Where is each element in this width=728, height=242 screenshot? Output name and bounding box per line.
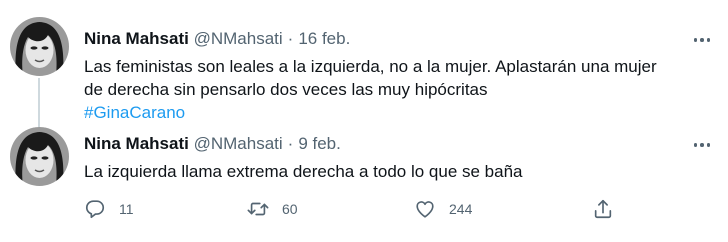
avatar[interactable] (10, 127, 69, 186)
separator-dot: · (287, 29, 294, 48)
retweet-icon (247, 202, 269, 216)
tweet-text: La izquierda llama extrema derecha a tod… (84, 160, 714, 183)
retweet-button[interactable]: 60 (247, 197, 298, 221)
tweet-header: Nina Mahsati @NMahsati · 9 feb. (84, 133, 341, 155)
share-icon (594, 199, 612, 219)
separator-dot: · (287, 134, 294, 153)
like-button[interactable]: 244 (414, 197, 472, 221)
tweet-text-line: La izquierda llama extrema derecha a tod… (84, 162, 523, 181)
reply-count: 11 (119, 201, 134, 217)
tweet-header: Nina Mahsati @NMahsati · 16 feb. (84, 28, 350, 50)
tweet-text-line: de derecha sin pensarlo dos veces las mu… (84, 80, 488, 99)
tweet[interactable]: Nina Mahsati @NMahsati · 9 feb. La izquier… (0, 121, 728, 242)
avatar-photo (10, 17, 69, 76)
tweet-date[interactable]: 9 feb. (298, 134, 341, 153)
author-name[interactable]: Nina Mahsati (84, 134, 189, 153)
avatar[interactable] (10, 17, 69, 76)
reply-icon (85, 200, 105, 219)
share-button[interactable] (592, 197, 614, 221)
more-icon[interactable] (692, 135, 712, 155)
like-count: 244 (449, 201, 473, 217)
tweet-date[interactable]: 16 feb. (298, 29, 350, 48)
tweet[interactable]: Nina Mahsati @NMahsati · 16 feb. Las femin… (0, 0, 728, 128)
retweet-count: 60 (282, 201, 298, 217)
author-handle[interactable]: @NMahsati (194, 29, 283, 48)
author-name[interactable]: Nina Mahsati (84, 29, 189, 48)
tweet-text: Las feministas son leales a la izquierda… (84, 55, 714, 124)
tweet-text-line: Las feministas son leales a la izquierda… (84, 57, 657, 76)
more-icon[interactable] (692, 30, 712, 50)
heart-icon (416, 201, 434, 218)
tweet-actions: 11 60 244 (84, 197, 624, 221)
reply-button[interactable]: 11 (84, 197, 134, 221)
avatar-photo (10, 127, 69, 186)
author-handle[interactable]: @NMahsati (194, 134, 283, 153)
